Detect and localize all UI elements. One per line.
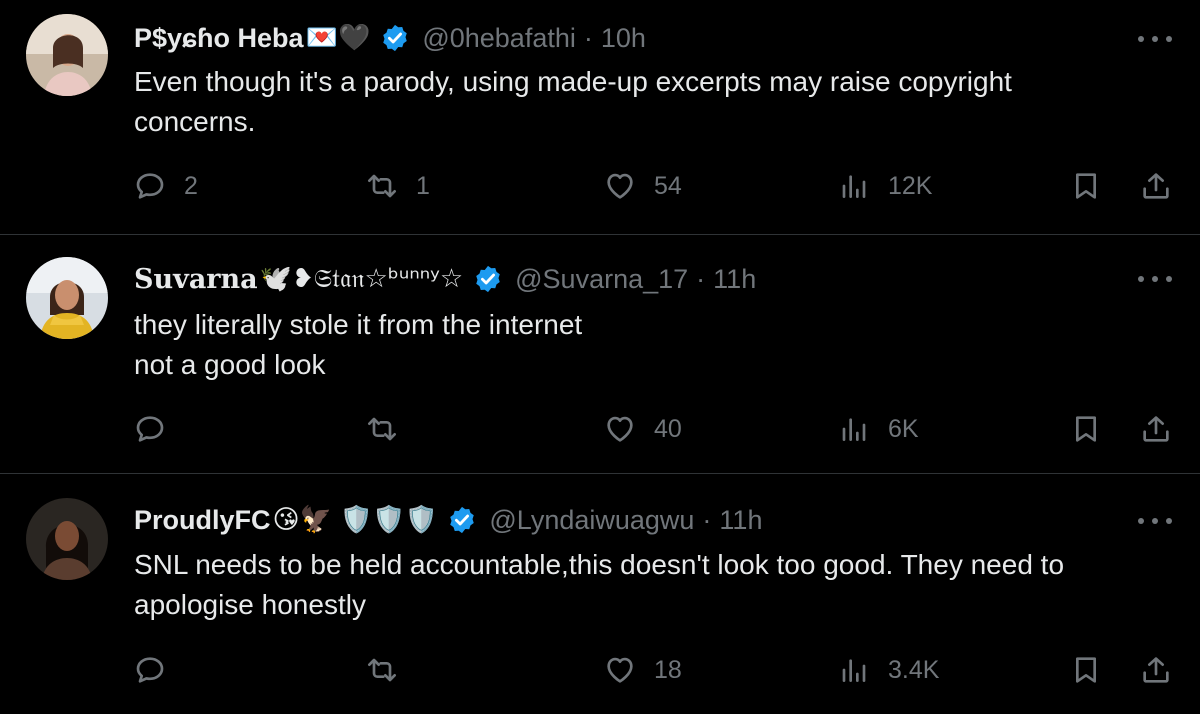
handle[interactable]: @0hebafathi [422,23,576,54]
share-icon [1140,654,1172,686]
bookmark-button[interactable] [1070,654,1102,686]
like-icon [604,654,636,686]
name-emoji: 😘🦅 🛡️🛡️🛡️ [272,505,438,535]
like-count: 18 [654,655,682,684]
display-name[interactable]: P$yɕɦo Heba [134,23,304,54]
tweet-text: SNL needs to be held accountable,this do… [134,545,1184,625]
like-count: 40 [654,414,682,443]
timestamp[interactable]: 11h [713,264,756,295]
tweet[interactable]: P$yɕɦo Heba 💌🖤 @0hebafathi · 10h Even th… [0,0,1200,234]
verified-badge-icon [447,505,477,535]
more-icon[interactable] [1138,34,1172,44]
tweet-header: P$yɕɦo Heba 💌🖤 @0hebafathi · 10h [134,18,646,58]
tweet-text: they literally stole it from the interne… [134,305,1184,385]
avatar-photo [26,257,108,339]
repost-icon [366,413,398,445]
views-icon [838,413,870,445]
share-icon [1140,170,1172,202]
tweet[interactable]: ProudlyFC 😘🦅 🛡️🛡️🛡️ @Lyndaiwuagwu · 11h … [0,474,1200,714]
bookmark-button[interactable] [1070,170,1102,202]
avatar-photo [26,14,108,96]
repost-button[interactable] [366,654,416,686]
like-count: 54 [654,171,682,200]
separator: · [702,504,712,535]
views-count: 6K [888,414,919,443]
tweet-header: Suvarna 🕊️❥𝔖𝔱𝔞𝔫☆ᵇᵘⁿⁿʸ☆ @Suvarna_17 · 11h [134,259,756,299]
tweet[interactable]: Suvarna 🕊️❥𝔖𝔱𝔞𝔫☆ᵇᵘⁿⁿʸ☆ @Suvarna_17 · 11h… [0,235,1200,473]
verified-badge-icon [380,23,410,53]
share-button[interactable] [1140,413,1172,445]
reply-icon [134,170,166,202]
repost-icon [366,654,398,686]
like-button[interactable]: 18 [604,654,682,686]
reply-icon [134,654,166,686]
tweet-text-line: apologise honestly [134,589,366,620]
views-icon [838,654,870,686]
name-emoji: 🕊️❥𝔖𝔱𝔞𝔫☆ᵇᵘⁿⁿʸ☆ [259,263,464,294]
handle[interactable]: @Lyndaiwuagwu [489,505,694,536]
reply-button[interactable] [134,413,184,445]
more-icon[interactable] [1138,274,1172,284]
bookmark-icon [1070,654,1102,686]
views-button[interactable]: 3.4K [838,654,939,686]
avatar-photo [26,498,108,580]
tweet-text: Even though it's a parody, using made-up… [134,62,1184,142]
share-icon [1140,413,1172,445]
more-icon[interactable] [1138,516,1172,526]
timestamp[interactable]: 10h [601,23,646,54]
repost-icon [366,170,398,202]
reply-icon [134,413,166,445]
reply-button[interactable] [134,654,184,686]
views-count: 3.4K [888,655,940,684]
repost-button[interactable]: 1 [366,170,430,202]
share-button[interactable] [1140,170,1172,202]
tweet-text-line: they literally stole it from the interne… [134,309,583,340]
repost-count: 1 [416,171,430,200]
separator: · [583,22,593,53]
reply-count: 2 [184,171,198,200]
reply-button[interactable]: 2 [134,170,198,202]
tweet-text-line: concerns. [134,106,256,137]
bookmark-button[interactable] [1070,413,1102,445]
repost-button[interactable] [366,413,416,445]
views-button[interactable]: 6K [838,413,919,445]
tweet-header: ProudlyFC 😘🦅 🛡️🛡️🛡️ @Lyndaiwuagwu · 11h [134,500,762,540]
tweet-text-line: Even though it's a parody, using made-up… [134,66,1012,97]
tweet-text-line: not a good look [134,349,326,380]
views-count: 12K [888,171,933,200]
avatar[interactable] [26,498,108,580]
display-name[interactable]: Suvarna [134,264,258,295]
bookmark-icon [1070,413,1102,445]
like-icon [604,413,636,445]
tweet-text-line: SNL needs to be held accountable,this do… [134,549,1065,580]
views-icon [838,170,870,202]
display-name[interactable]: ProudlyFC [134,505,271,536]
handle[interactable]: @Suvarna_17 [515,264,688,295]
views-button[interactable]: 12K [838,170,932,202]
like-icon [604,170,636,202]
avatar[interactable] [26,257,108,339]
share-button[interactable] [1140,654,1172,686]
timestamp[interactable]: 11h [719,505,762,536]
name-emoji: 💌🖤 [305,23,371,53]
like-button[interactable]: 54 [604,170,682,202]
avatar[interactable] [26,14,108,96]
like-button[interactable]: 40 [604,413,682,445]
separator: · [696,263,706,294]
verified-badge-icon [473,264,503,294]
bookmark-icon [1070,170,1102,202]
